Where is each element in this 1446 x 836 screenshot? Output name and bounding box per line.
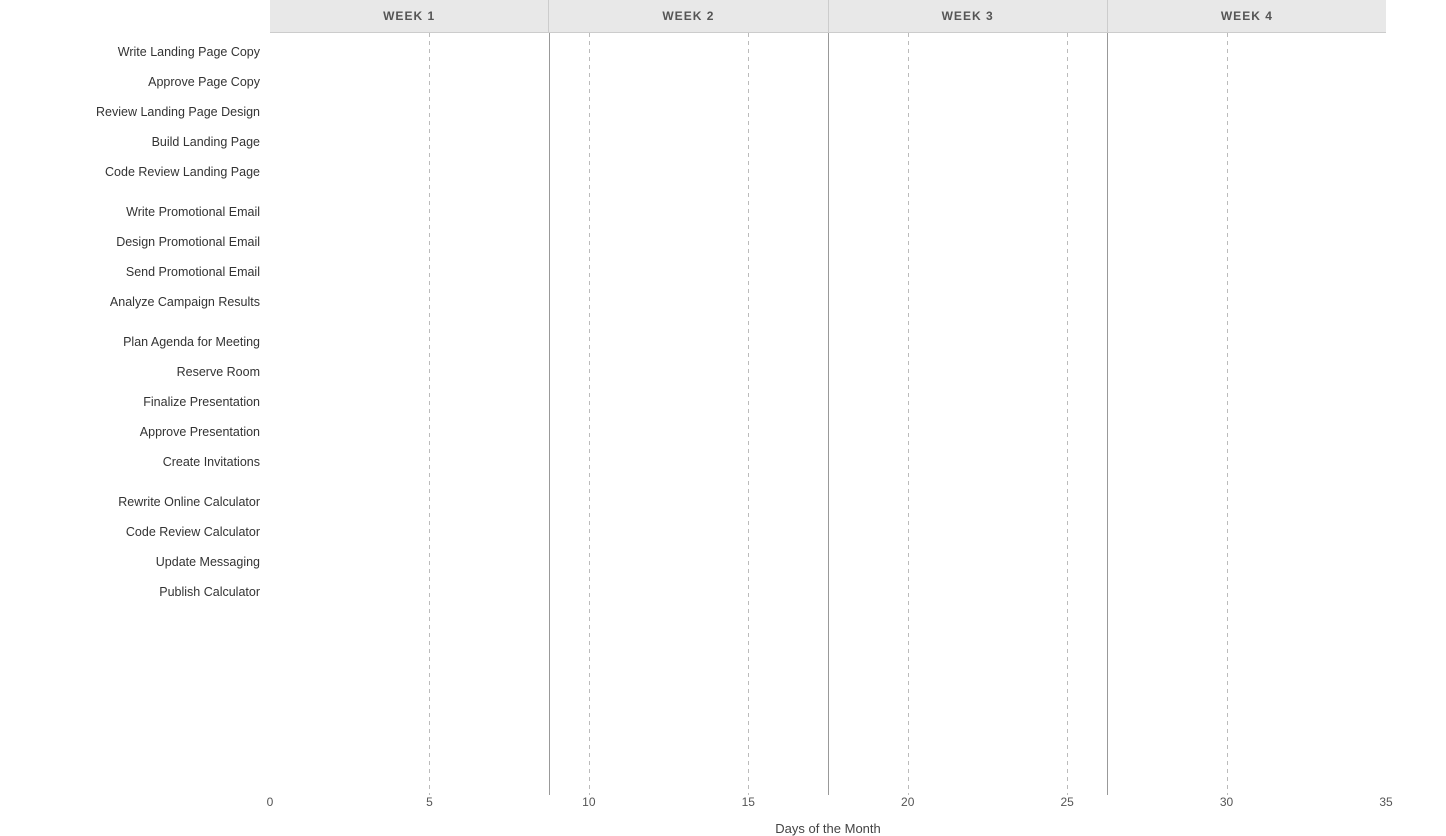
task-label-row: Update Messaging bbox=[0, 547, 260, 577]
week-header-1: WEEK 1 bbox=[270, 0, 549, 32]
task-label: Create Invitations bbox=[163, 455, 260, 469]
task-label: Code Review Calculator bbox=[126, 525, 260, 539]
task-label-group-2: Plan Agenda for Meeting Reserve Room Final… bbox=[0, 327, 260, 477]
task-label: Approve Page Copy bbox=[148, 75, 260, 89]
gantt-group-1 bbox=[270, 197, 1386, 317]
gantt-group-2 bbox=[270, 327, 1386, 477]
week-header-2: WEEK 2 bbox=[549, 0, 828, 32]
x-tick: 25 bbox=[1060, 795, 1073, 809]
gantt-bar-row bbox=[270, 517, 1386, 547]
task-label-row: Build Landing Page bbox=[0, 127, 260, 157]
x-tick: 35 bbox=[1379, 795, 1392, 809]
task-label: Review Landing Page Design bbox=[96, 105, 260, 119]
gantt-bar-row bbox=[270, 97, 1386, 127]
task-label: Publish Calculator bbox=[159, 585, 260, 599]
gantt-group-3 bbox=[270, 487, 1386, 607]
task-label: Reserve Room bbox=[177, 365, 260, 379]
task-label: Analyze Campaign Results bbox=[110, 295, 260, 309]
task-label: Write Landing Page Copy bbox=[118, 45, 260, 59]
gantt-bar-row bbox=[270, 487, 1386, 517]
task-label-row: Reserve Room bbox=[0, 357, 260, 387]
gantt-bar-row bbox=[270, 157, 1386, 187]
task-label-row: Create Invitations bbox=[0, 447, 260, 477]
x-tick: 20 bbox=[901, 795, 914, 809]
task-label-row: Publish Calculator bbox=[0, 577, 260, 607]
task-label-row: Rewrite Online Calculator bbox=[0, 487, 260, 517]
task-label-group-3: Rewrite Online Calculator Code Review Cal… bbox=[0, 487, 260, 607]
x-tick: 0 bbox=[267, 795, 274, 809]
x-tick: 5 bbox=[426, 795, 433, 809]
x-tick: 30 bbox=[1220, 795, 1233, 809]
week-header-4: WEEK 4 bbox=[1108, 0, 1386, 32]
gantt-bar-row bbox=[270, 227, 1386, 257]
task-label-row: Analyze Campaign Results bbox=[0, 287, 260, 317]
task-label-row: Finalize Presentation bbox=[0, 387, 260, 417]
gantt-bar-row bbox=[270, 327, 1386, 357]
task-label: Design Promotional Email bbox=[116, 235, 260, 249]
x-tick: 10 bbox=[582, 795, 595, 809]
task-label: Update Messaging bbox=[156, 555, 260, 569]
task-label: Build Landing Page bbox=[152, 135, 260, 149]
task-label: Write Promotional Email bbox=[126, 205, 260, 219]
x-axis-label: Days of the Month bbox=[270, 821, 1386, 836]
x-axis-ticks: 05101520253035 bbox=[270, 795, 1386, 817]
gantt-bar-row bbox=[270, 257, 1386, 287]
gantt-bar-row bbox=[270, 67, 1386, 97]
week-header-3: WEEK 3 bbox=[829, 0, 1108, 32]
task-label-row: Review Landing Page Design bbox=[0, 97, 260, 127]
task-label: Approve Presentation bbox=[140, 425, 260, 439]
gantt-group-0 bbox=[270, 37, 1386, 187]
gantt-bar-row bbox=[270, 197, 1386, 227]
gantt-bar-row bbox=[270, 417, 1386, 447]
gantt-bar-row bbox=[270, 387, 1386, 417]
gantt-bar-row bbox=[270, 447, 1386, 477]
task-label-row: Write Landing Page Copy bbox=[0, 37, 260, 67]
task-label: Send Promotional Email bbox=[126, 265, 260, 279]
task-label-row: Plan Agenda for Meeting bbox=[0, 327, 260, 357]
gantt-bar-row bbox=[270, 577, 1386, 607]
chart-container: WEEK 1WEEK 2WEEK 3WEEK 4 Write Landing P… bbox=[0, 0, 1446, 836]
task-label-row: Code Review Calculator bbox=[0, 517, 260, 547]
gantt-bar-row bbox=[270, 357, 1386, 387]
gantt-bar-row bbox=[270, 287, 1386, 317]
task-label-row: Approve Presentation bbox=[0, 417, 260, 447]
task-labels-column: Write Landing Page Copy Approve Page Copy… bbox=[0, 33, 270, 795]
task-label: Plan Agenda for Meeting bbox=[123, 335, 260, 349]
task-label-row: Approve Page Copy bbox=[0, 67, 260, 97]
x-tick: 15 bbox=[742, 795, 755, 809]
gantt-column bbox=[270, 33, 1386, 795]
task-label-group-0: Write Landing Page Copy Approve Page Copy… bbox=[0, 37, 260, 187]
task-label-row: Write Promotional Email bbox=[0, 197, 260, 227]
task-label-row: Design Promotional Email bbox=[0, 227, 260, 257]
task-label: Rewrite Online Calculator bbox=[118, 495, 260, 509]
task-label: Code Review Landing Page bbox=[105, 165, 260, 179]
task-label-group-1: Write Promotional Email Design Promotiona… bbox=[0, 197, 260, 317]
task-label-row: Code Review Landing Page bbox=[0, 157, 260, 187]
gantt-bar-row bbox=[270, 127, 1386, 157]
gantt-bar-row bbox=[270, 547, 1386, 577]
task-label: Finalize Presentation bbox=[143, 395, 260, 409]
gantt-bar-row bbox=[270, 37, 1386, 67]
task-label-row: Send Promotional Email bbox=[0, 257, 260, 287]
